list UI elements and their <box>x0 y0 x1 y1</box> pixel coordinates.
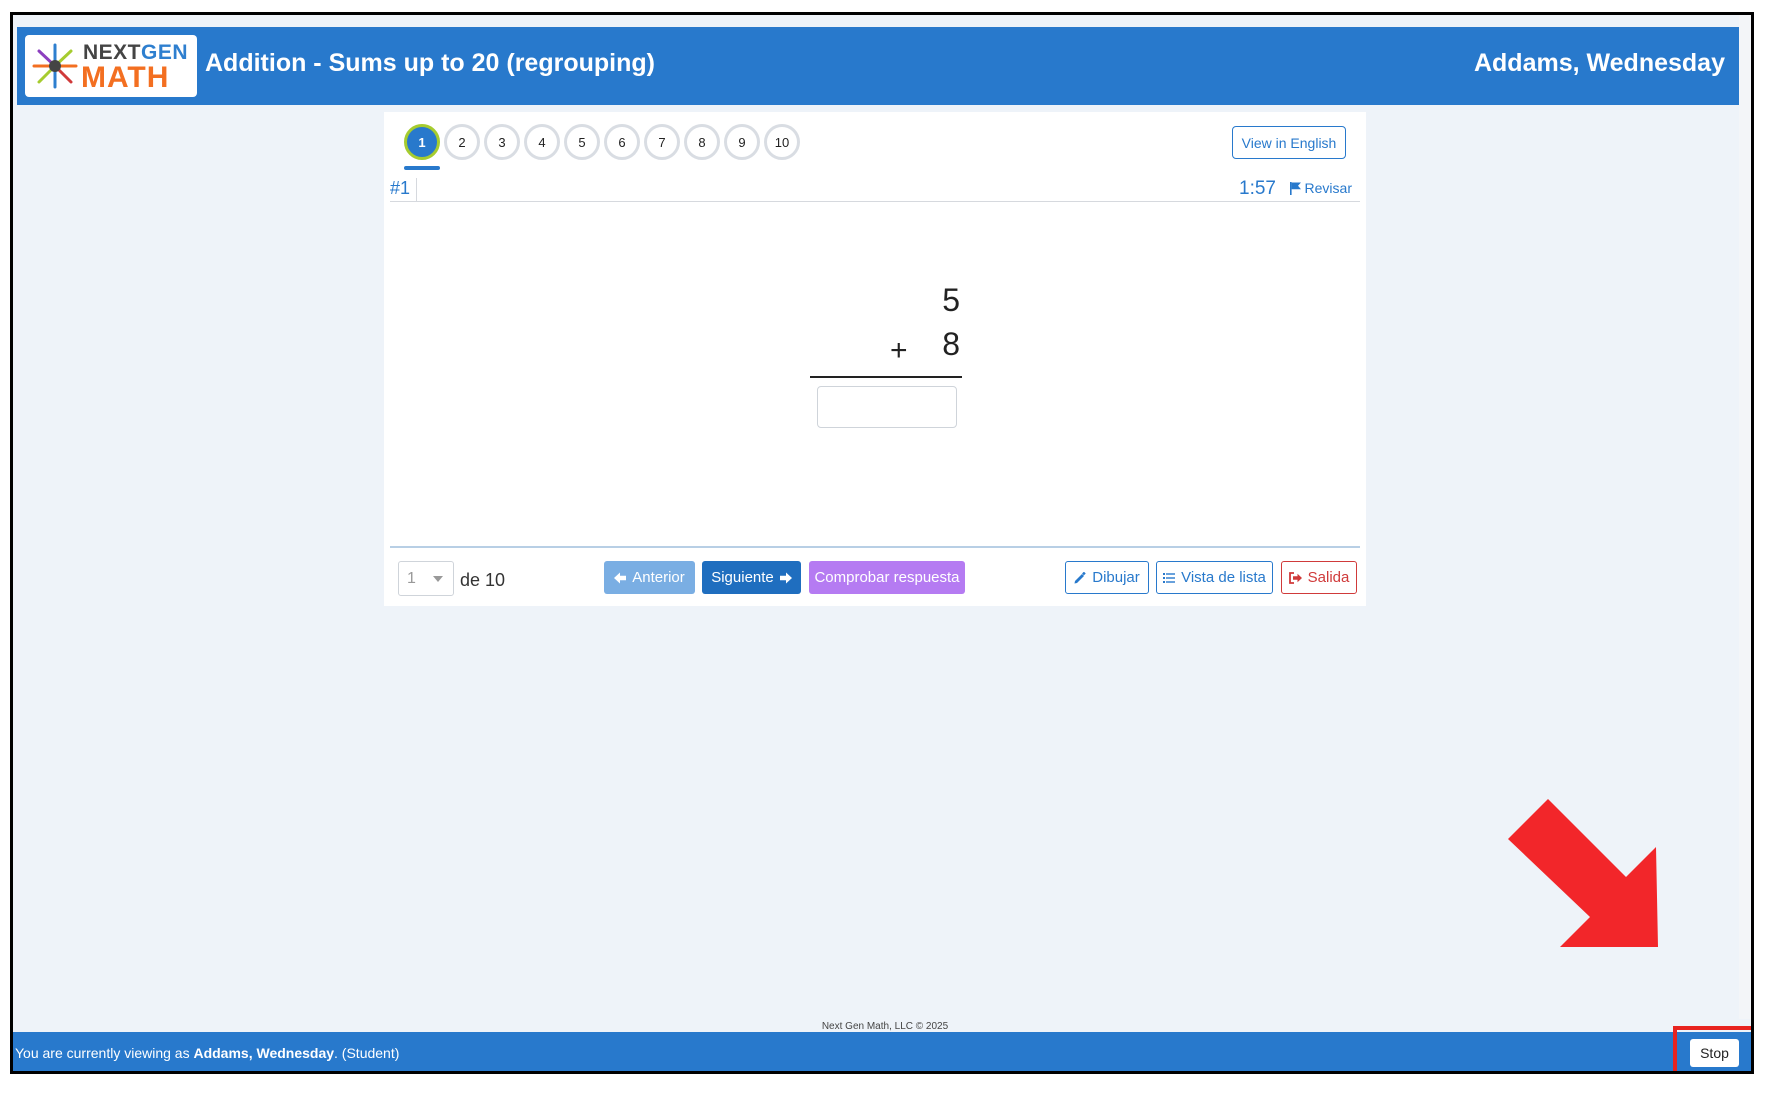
arrow-right-icon <box>779 572 792 583</box>
question-select-value: 1 <box>407 570 416 587</box>
question-count-label: de 10 <box>460 570 506 590</box>
chevron-down-icon <box>433 576 443 582</box>
previous-button[interactable]: Anterior <box>604 561 695 594</box>
top-navbar: NEXTGEN MATH Addition - Sums up to 20 (r… <box>17 27 1741 105</box>
app-window: NEXTGEN MATH Addition - Sums up to 20 (r… <box>10 12 1754 1074</box>
question-header: #1 1:57 Revisar <box>390 174 1360 202</box>
list-view-button[interactable]: Vista de lista <box>1156 561 1273 594</box>
copyright-text: Next Gen Math, LLC © 2025 <box>821 1021 949 1032</box>
question-bubble-9[interactable]: 9 <box>724 124 760 160</box>
scrollbar[interactable] <box>1739 15 1751 1019</box>
check-answer-button[interactable]: Comprobar respuesta <box>809 561 965 594</box>
review-flag-button[interactable]: Revisar <box>1289 180 1352 196</box>
pencil-icon <box>1074 571 1086 583</box>
addition-problem: 5 8 + <box>810 282 968 428</box>
annotation-arrow-icon <box>1508 799 1658 947</box>
next-button[interactable]: Siguiente <box>702 561 801 594</box>
draw-button[interactable]: Dibujar <box>1065 561 1149 594</box>
question-bubble-3[interactable]: 3 <box>484 124 520 160</box>
footer-divider <box>390 546 1360 548</box>
next-label: Siguiente <box>711 569 774 586</box>
sum-line <box>810 376 962 378</box>
user-name: Addams, Wednesday <box>1473 49 1725 77</box>
question-timer: 1:57 <box>1239 178 1276 199</box>
view-in-english-button[interactable]: View in English <box>1232 126 1346 159</box>
question-number: #1 <box>390 178 418 202</box>
question-navigator: 1 2 3 4 5 6 7 8 9 10 <box>404 124 800 164</box>
question-bubble-1[interactable]: 1 <box>404 124 440 160</box>
plus-sign: + <box>890 334 908 367</box>
logo[interactable]: NEXTGEN MATH <box>25 35 197 97</box>
sign-out-icon <box>1288 571 1302 584</box>
flag-icon <box>1289 181 1301 195</box>
active-question-underline <box>404 166 440 170</box>
question-bubble-8[interactable]: 8 <box>684 124 720 160</box>
question-card: 1 2 3 4 5 6 7 8 9 10 View in English #1 … <box>384 112 1366 606</box>
question-bubble-2[interactable]: 2 <box>444 124 480 160</box>
question-bubble-10[interactable]: 10 <box>764 124 800 160</box>
answer-input[interactable] <box>817 386 957 428</box>
question-bubble-7[interactable]: 7 <box>644 124 680 160</box>
previous-label: Anterior <box>632 569 685 586</box>
list-icon <box>1163 572 1176 583</box>
question-select[interactable]: 1 <box>398 561 454 596</box>
stop-button-highlight <box>1673 1026 1751 1071</box>
arrow-left-icon <box>614 572 627 583</box>
question-bubble-4[interactable]: 4 <box>524 124 560 160</box>
review-label: Revisar <box>1304 180 1352 196</box>
logo-burst-icon <box>32 43 78 89</box>
top-operand: 5 <box>942 282 960 318</box>
question-bubble-6[interactable]: 6 <box>604 124 640 160</box>
page-title: Addition - Sums up to 20 (regrouping) <box>205 49 655 77</box>
exit-label: Salida <box>1307 569 1350 586</box>
bottom-operand: 8 <box>942 326 960 362</box>
impersonation-bar: You are currently viewing as Addams, Wed… <box>13 1032 1751 1071</box>
logo-text-bottom: MATH <box>81 61 170 94</box>
list-view-label: Vista de lista <box>1181 569 1266 586</box>
question-bubble-5[interactable]: 5 <box>564 124 600 160</box>
exit-button[interactable]: Salida <box>1281 561 1357 594</box>
draw-label: Dibujar <box>1092 569 1140 586</box>
viewing-as-text: You are currently viewing as Addams, Wed… <box>15 1045 400 1061</box>
